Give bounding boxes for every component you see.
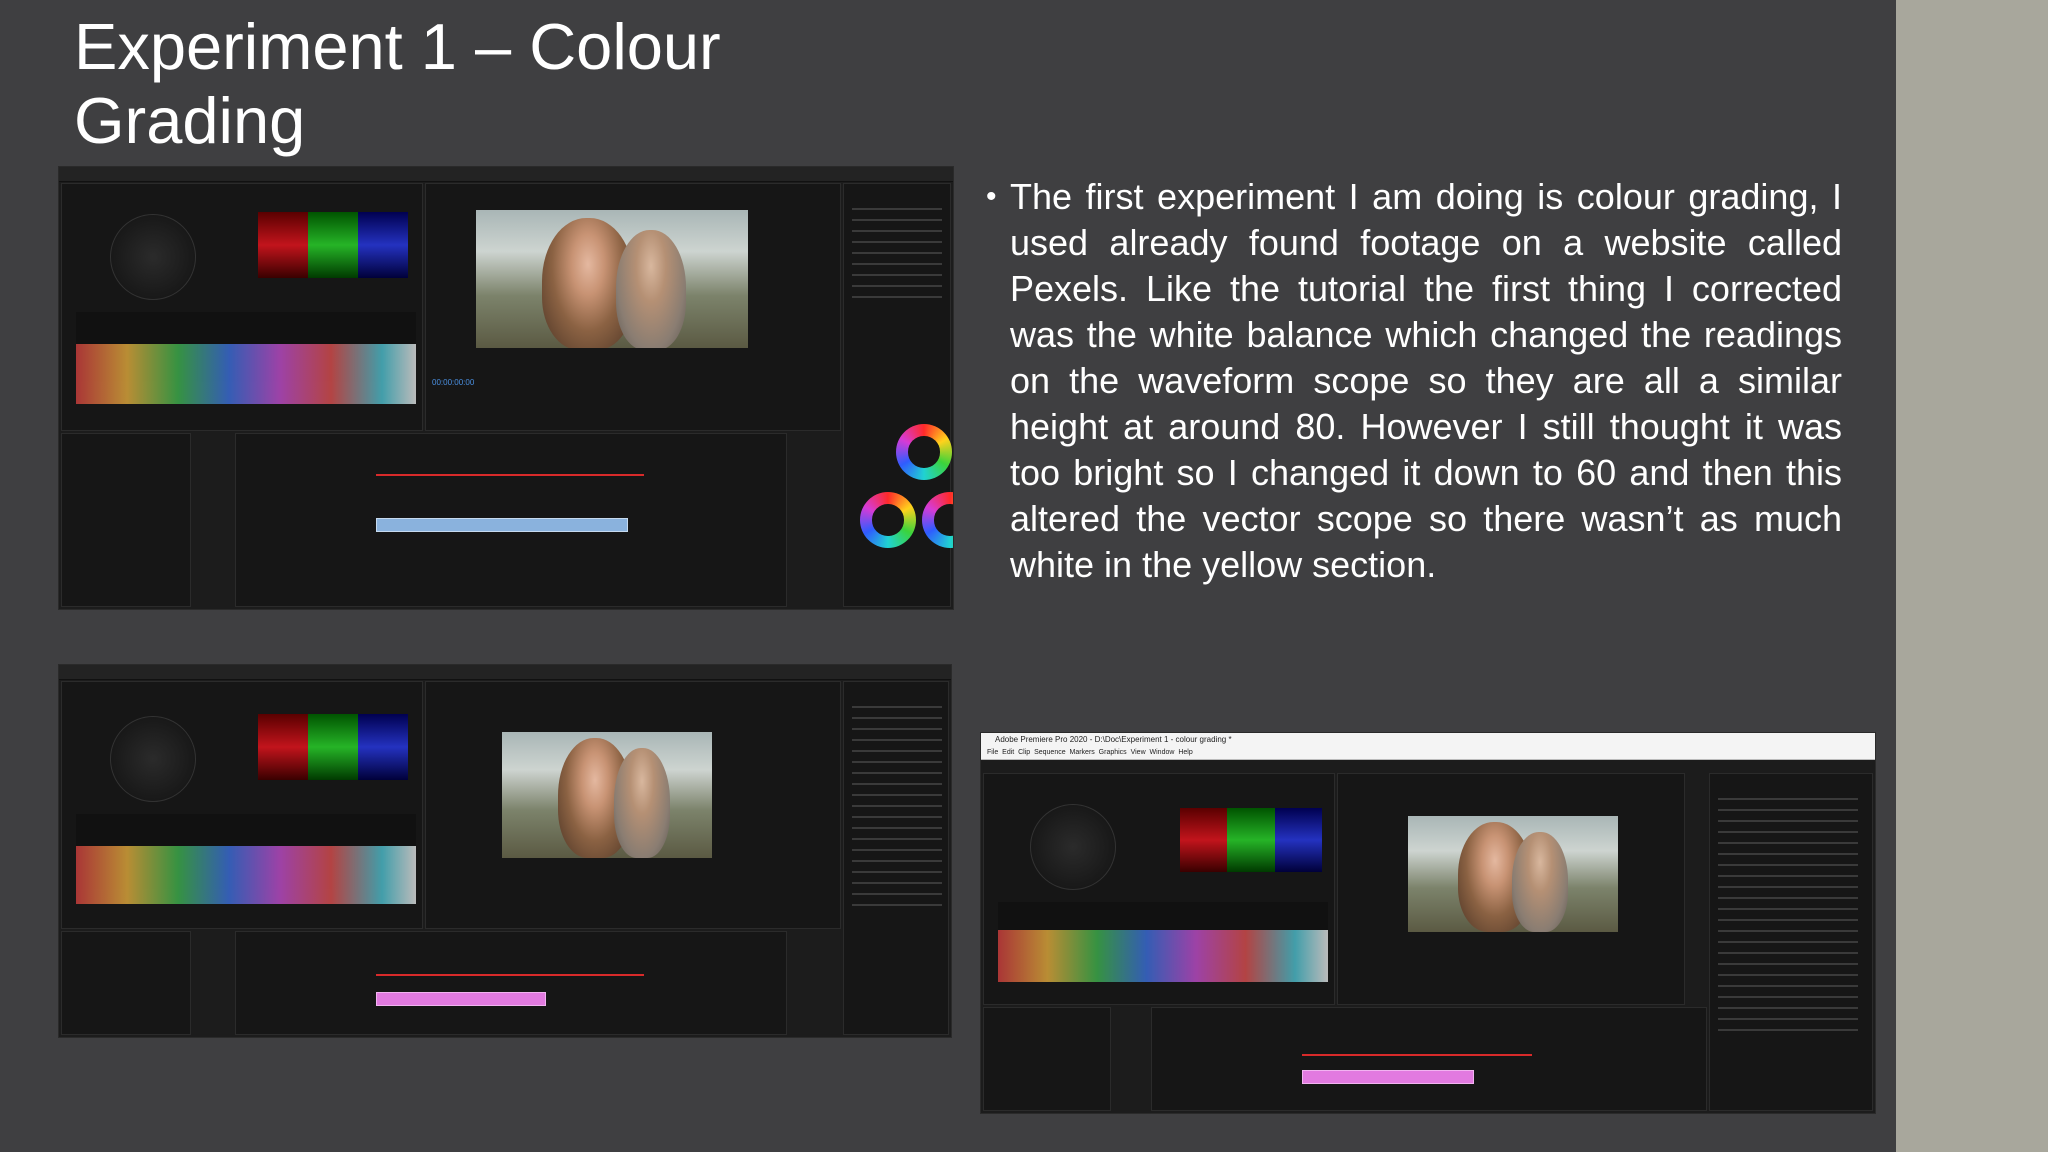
project-panel: [61, 433, 191, 607]
timecode: 00:00:00:00: [432, 378, 475, 387]
video-frame: [1408, 816, 1618, 932]
premiere-screenshot-3: Adobe Premiere Pro 2020 - D:\Doc\Experim…: [980, 732, 1876, 1114]
lumetri-color-panel: [843, 681, 949, 1035]
midtones-wheel: [896, 424, 952, 480]
program-monitor: [425, 681, 841, 929]
project-panel: [983, 1007, 1111, 1111]
menu-help[interactable]: Help: [1178, 749, 1192, 756]
timeline-panel: [235, 433, 787, 607]
video-frame: [502, 732, 712, 858]
program-monitor: 00:00:00:00: [425, 183, 841, 431]
highlights-wheel: [922, 492, 953, 548]
timeline-clip: [376, 518, 628, 532]
side-strip: [1896, 0, 2048, 1152]
timeline-panel: [1151, 1007, 1707, 1111]
menu-view[interactable]: View: [1131, 749, 1146, 756]
waveform-scope: [998, 902, 1328, 982]
rgb-parade: [258, 714, 408, 780]
window-title: Adobe Premiere Pro 2020 - D:\Doc\Experim…: [981, 733, 1875, 747]
menu-markers[interactable]: Markers: [1070, 749, 1095, 756]
menu-sequence[interactable]: Sequence: [1034, 749, 1066, 756]
rgb-parade: [1180, 808, 1322, 872]
shadows-wheel: [860, 492, 916, 548]
bullet-paragraph: • The first experiment I am doing is col…: [986, 174, 1842, 588]
lumetri-color-panel: [1709, 773, 1873, 1111]
lumetri-scopes-pane: [61, 183, 423, 431]
lumetri-scopes-pane: [983, 773, 1335, 1005]
premiere-screenshot-1: 00:00:00:00: [58, 166, 954, 610]
bullet-text: The first experiment I am doing is colou…: [1010, 176, 1842, 585]
menu-clip[interactable]: Clip: [1018, 749, 1030, 756]
lumetri-scopes-pane: [61, 681, 423, 929]
adjustment-layer-clip: [376, 992, 546, 1006]
menu-window[interactable]: Window: [1150, 749, 1175, 756]
slide-title: Experiment 1 – Colour Grading: [74, 10, 721, 157]
workspace-bar: [59, 665, 951, 680]
project-panel: [61, 931, 191, 1035]
workspace-bar: [59, 167, 953, 182]
vector-scope: [110, 716, 196, 802]
menu-graphics[interactable]: Graphics: [1099, 749, 1127, 756]
timeline-panel: [235, 931, 787, 1035]
adjustment-layer-clip: [1302, 1070, 1474, 1084]
bullet-marker: •: [986, 180, 997, 213]
premiere-screenshot-2: [58, 664, 952, 1038]
waveform-scope: [76, 312, 416, 404]
video-frame: [476, 210, 748, 348]
vector-scope: [1030, 804, 1116, 890]
menu-edit[interactable]: Edit: [1002, 749, 1014, 756]
program-monitor: [1337, 773, 1685, 1005]
rgb-parade: [258, 212, 408, 278]
vector-scope: [110, 214, 196, 300]
waveform-scope: [76, 814, 416, 904]
lumetri-color-panel: [843, 183, 953, 607]
menu-bar: File Edit Clip Sequence Markers Graphics…: [981, 747, 1875, 760]
menu-file[interactable]: File: [987, 749, 998, 756]
